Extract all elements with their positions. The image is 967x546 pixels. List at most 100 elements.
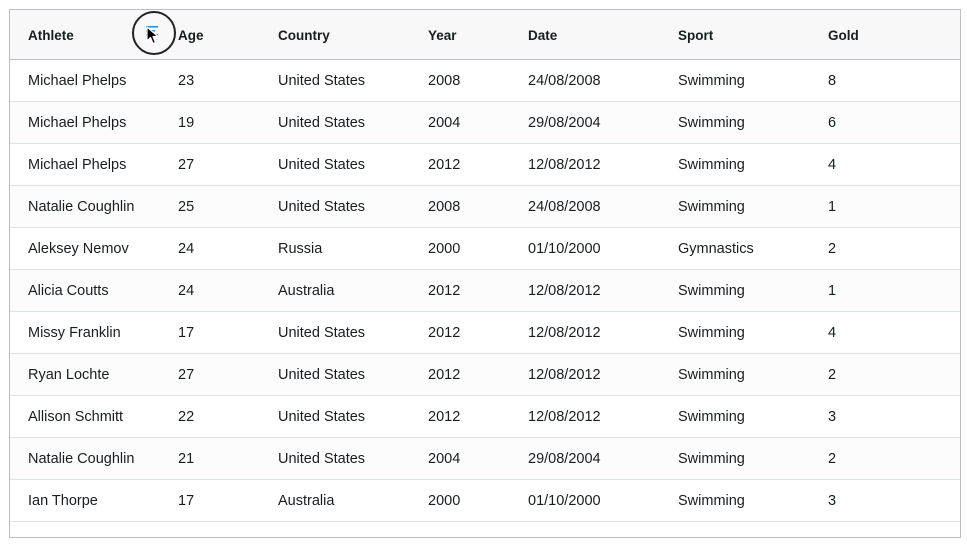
cell-sport[interactable]: Swimming bbox=[678, 438, 745, 480]
grid-body: Michael Phelps 23 United States 2008 24/… bbox=[10, 60, 960, 522]
cell-year[interactable]: 2012 bbox=[428, 270, 460, 312]
cell-athlete[interactable]: Allison Schmitt bbox=[28, 396, 123, 438]
table-row[interactable]: Allison Schmitt 22 United States 2012 12… bbox=[10, 396, 960, 438]
table-row[interactable]: Alicia Coutts 24 Australia 2012 12/08/20… bbox=[10, 270, 960, 312]
cell-age[interactable]: 27 bbox=[178, 354, 194, 396]
cell-date[interactable]: 12/08/2012 bbox=[528, 396, 601, 438]
cell-gold[interactable]: 2 bbox=[828, 354, 836, 396]
column-header-country[interactable]: Country bbox=[278, 10, 330, 60]
cell-country[interactable]: United States bbox=[278, 438, 365, 480]
cell-date[interactable]: 01/10/2000 bbox=[528, 480, 601, 522]
cell-year[interactable]: 2008 bbox=[428, 186, 460, 228]
cell-sport[interactable]: Swimming bbox=[678, 270, 745, 312]
cell-age[interactable]: 24 bbox=[178, 270, 194, 312]
column-header-label: Athlete bbox=[28, 27, 74, 43]
cell-date[interactable]: 12/08/2012 bbox=[528, 144, 601, 186]
table-row[interactable]: Natalie Coughlin 21 United States 2004 2… bbox=[10, 438, 960, 480]
cell-year[interactable]: 2000 bbox=[428, 480, 460, 522]
table-row[interactable]: Missy Franklin 17 United States 2012 12/… bbox=[10, 312, 960, 354]
cell-age[interactable]: 17 bbox=[178, 312, 194, 354]
cell-age[interactable]: 21 bbox=[178, 438, 194, 480]
cell-sport[interactable]: Swimming bbox=[678, 186, 745, 228]
cell-year[interactable]: 2004 bbox=[428, 102, 460, 144]
cell-country[interactable]: Australia bbox=[278, 270, 334, 312]
cell-athlete[interactable]: Ian Thorpe bbox=[28, 480, 98, 522]
cell-age[interactable]: 25 bbox=[178, 186, 194, 228]
cell-date[interactable]: 01/10/2000 bbox=[528, 228, 601, 270]
cell-country[interactable]: Australia bbox=[278, 480, 334, 522]
cell-year[interactable]: 2004 bbox=[428, 438, 460, 480]
cell-sport[interactable]: Swimming bbox=[678, 102, 745, 144]
table-row[interactable]: Michael Phelps 19 United States 2004 29/… bbox=[10, 102, 960, 144]
cell-country[interactable]: United States bbox=[278, 186, 365, 228]
table-row[interactable]: Ryan Lochte 27 United States 2012 12/08/… bbox=[10, 354, 960, 396]
cell-year[interactable]: 2000 bbox=[428, 228, 460, 270]
column-header-date[interactable]: Date bbox=[528, 10, 557, 60]
cell-gold[interactable]: 3 bbox=[828, 480, 836, 522]
cell-sport[interactable]: Swimming bbox=[678, 480, 745, 522]
cell-athlete[interactable]: Missy Franklin bbox=[28, 312, 121, 354]
column-header-age[interactable]: Age bbox=[178, 10, 204, 60]
cell-country[interactable]: United States bbox=[278, 396, 365, 438]
cell-country[interactable]: United States bbox=[278, 354, 365, 396]
cell-year[interactable]: 2012 bbox=[428, 354, 460, 396]
column-header-sport[interactable]: Sport bbox=[678, 10, 713, 60]
cell-athlete[interactable]: Aleksey Nemov bbox=[28, 228, 129, 270]
cell-country[interactable]: United States bbox=[278, 144, 365, 186]
table-row[interactable]: Natalie Coughlin 25 United States 2008 2… bbox=[10, 186, 960, 228]
table-row[interactable]: Aleksey Nemov 24 Russia 2000 01/10/2000 … bbox=[10, 228, 960, 270]
cell-gold[interactable]: 2 bbox=[828, 438, 836, 480]
cell-sport[interactable]: Swimming bbox=[678, 60, 745, 102]
cell-athlete[interactable]: Michael Phelps bbox=[28, 60, 126, 102]
table-row[interactable]: Michael Phelps 23 United States 2008 24/… bbox=[10, 60, 960, 102]
cell-date[interactable]: 12/08/2012 bbox=[528, 312, 601, 354]
cell-gold[interactable]: 3 bbox=[828, 396, 836, 438]
cell-athlete[interactable]: Alicia Coutts bbox=[28, 270, 109, 312]
cell-date[interactable]: 24/08/2008 bbox=[528, 186, 601, 228]
cell-age[interactable]: 17 bbox=[178, 480, 194, 522]
table-row[interactable]: Michael Phelps 27 United States 2012 12/… bbox=[10, 144, 960, 186]
cell-date[interactable]: 29/08/2004 bbox=[528, 438, 601, 480]
cell-sport[interactable]: Swimming bbox=[678, 396, 745, 438]
cell-country[interactable]: United States bbox=[278, 312, 365, 354]
column-header-gold[interactable]: Gold bbox=[828, 10, 859, 60]
cell-sport[interactable]: Gymnastics bbox=[678, 228, 754, 270]
cell-gold[interactable]: 6 bbox=[828, 102, 836, 144]
cell-athlete[interactable]: Ryan Lochte bbox=[28, 354, 109, 396]
cell-athlete[interactable]: Michael Phelps bbox=[28, 144, 126, 186]
cell-date[interactable]: 29/08/2004 bbox=[528, 102, 601, 144]
cell-age[interactable]: 19 bbox=[178, 102, 194, 144]
cell-age[interactable]: 23 bbox=[178, 60, 194, 102]
column-header-athlete[interactable]: Athlete bbox=[28, 10, 176, 60]
cell-gold[interactable]: 2 bbox=[828, 228, 836, 270]
cell-gold[interactable]: 4 bbox=[828, 312, 836, 354]
cell-age[interactable]: 22 bbox=[178, 396, 194, 438]
cell-date[interactable]: 12/08/2012 bbox=[528, 270, 601, 312]
cell-athlete[interactable]: Natalie Coughlin bbox=[28, 186, 134, 228]
cell-age[interactable]: 24 bbox=[178, 228, 194, 270]
cell-date[interactable]: 24/08/2008 bbox=[528, 60, 601, 102]
cell-date[interactable]: 12/08/2012 bbox=[528, 354, 601, 396]
cell-country[interactable]: United States bbox=[278, 102, 365, 144]
cell-sport[interactable]: Swimming bbox=[678, 312, 745, 354]
column-header-label: Sport bbox=[678, 27, 714, 43]
data-grid: Athlete Age Country Year Date Sport Gold… bbox=[9, 9, 961, 538]
cell-country[interactable]: United States bbox=[278, 60, 365, 102]
cell-gold[interactable]: 1 bbox=[828, 186, 836, 228]
cell-sport[interactable]: Swimming bbox=[678, 144, 745, 186]
cell-gold[interactable]: 8 bbox=[828, 60, 836, 102]
cell-country[interactable]: Russia bbox=[278, 228, 322, 270]
cell-gold[interactable]: 1 bbox=[828, 270, 836, 312]
cell-year[interactable]: 2012 bbox=[428, 144, 460, 186]
cell-athlete[interactable]: Michael Phelps bbox=[28, 102, 126, 144]
cell-gold[interactable]: 4 bbox=[828, 144, 836, 186]
cell-year[interactable]: 2012 bbox=[428, 396, 460, 438]
column-menu-button[interactable] bbox=[132, 11, 176, 55]
column-header-year[interactable]: Year bbox=[428, 10, 457, 60]
cell-athlete[interactable]: Natalie Coughlin bbox=[28, 438, 134, 480]
table-row[interactable]: Ian Thorpe 17 Australia 2000 01/10/2000 … bbox=[10, 480, 960, 522]
cell-sport[interactable]: Swimming bbox=[678, 354, 745, 396]
cell-age[interactable]: 27 bbox=[178, 144, 194, 186]
cell-year[interactable]: 2008 bbox=[428, 60, 460, 102]
cell-year[interactable]: 2012 bbox=[428, 312, 460, 354]
